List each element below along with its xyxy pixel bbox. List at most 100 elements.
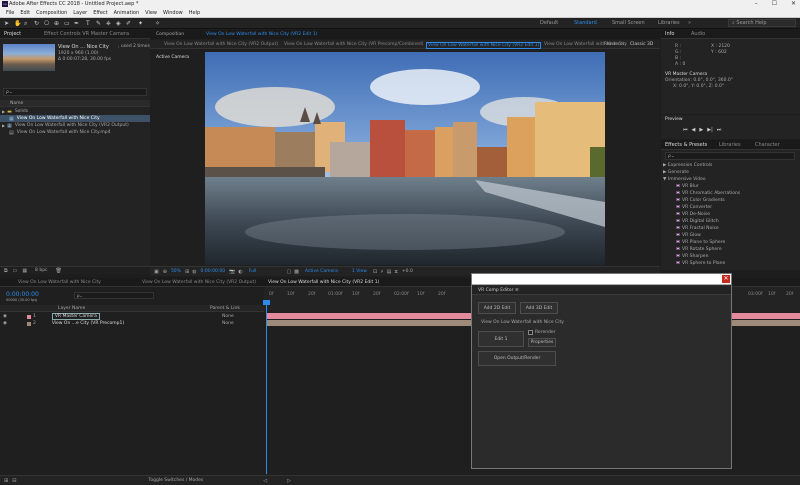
fx-item-vr-glow[interactable]: VR Glow bbox=[676, 233, 701, 238]
fx-item-vr-sphere-to-plane[interactable]: VR Sphere to Plane bbox=[676, 261, 725, 266]
mask-visibility-icon[interactable]: ◍ bbox=[189, 269, 196, 275]
project-row[interactable]: ▶ ▬ Solids bbox=[0, 108, 150, 115]
clone-stamp-tool-icon[interactable]: ⎈ bbox=[106, 20, 111, 28]
views-select[interactable]: 1 View bbox=[338, 269, 367, 274]
tab-info[interactable]: Info bbox=[665, 31, 674, 37]
tab-character[interactable]: Character bbox=[755, 142, 780, 148]
fx-item-vr-sharpen[interactable]: VR Sharpen bbox=[676, 254, 708, 259]
layer-name[interactable]: View On ...e City (VR Precomp1) bbox=[36, 321, 124, 326]
project-row-selected[interactable]: ▦ View On Low Waterfall with Nice City bbox=[0, 115, 150, 122]
camera-select[interactable]: Active Camera bbox=[299, 269, 338, 274]
snapping-icon[interactable]: ✧ bbox=[155, 20, 160, 27]
fx-item-vr-chromatic-aberrations[interactable]: VR Chromatic Aberrations bbox=[676, 191, 740, 196]
maximize-button[interactable]: ☐ bbox=[772, 0, 777, 7]
eraser-tool-icon[interactable]: ◈ bbox=[116, 20, 121, 27]
fx-item-vr-fractal-noise[interactable]: VR Fractal Noise bbox=[676, 226, 719, 231]
table-row[interactable]: ◉ 1 VR Master Camera None bbox=[0, 313, 264, 320]
project-search-input[interactable]: ρ⌄ bbox=[3, 88, 147, 96]
new-composition-icon[interactable]: ▦ bbox=[17, 268, 27, 274]
timeline-search-input[interactable]: ρ⌄ bbox=[74, 292, 154, 299]
camera-tool-icon[interactable]: ⎔ bbox=[44, 20, 49, 27]
fx-item-vr-rotate-sphere[interactable]: VR Rotate Sphere bbox=[676, 247, 722, 252]
menu-animation[interactable]: Animation bbox=[114, 9, 140, 18]
tab-project[interactable]: Project bbox=[4, 31, 21, 37]
open-output-render-button[interactable]: Open Output/Render bbox=[478, 351, 556, 366]
close-window-button[interactable]: ✕ bbox=[791, 0, 796, 7]
new-folder-icon[interactable]: ▭ bbox=[8, 268, 18, 274]
fx-item-vr-blur[interactable]: VR Blur bbox=[676, 184, 699, 189]
zoom-level[interactable]: 50% bbox=[167, 269, 181, 274]
tab-comp-vr2-output[interactable]: View On Low Waterfall with Nice City (VR… bbox=[164, 42, 278, 47]
menu-effect[interactable]: Effect bbox=[93, 9, 107, 18]
menu-help[interactable]: Help bbox=[189, 9, 200, 18]
layer-name[interactable]: VR Master Camera bbox=[51, 313, 100, 320]
dialog-panel-title[interactable]: VR Comp Editor ≡ bbox=[478, 288, 519, 293]
col-parent-link[interactable]: Parent & Link bbox=[210, 306, 240, 311]
visibility-eye-icon[interactable]: ◉ bbox=[0, 314, 7, 319]
pen-tool-icon[interactable]: ✒ bbox=[74, 20, 79, 27]
toggle-pixel-aspect-icon[interactable]: ⊡ bbox=[367, 269, 377, 275]
fx-item-vr-converter[interactable]: VR Converter bbox=[676, 205, 712, 210]
last-frame-icon[interactable]: ⏭ bbox=[713, 127, 722, 133]
add-3d-edit-button[interactable]: Add 3D Edit bbox=[520, 302, 558, 314]
menu-file[interactable]: File bbox=[6, 9, 14, 18]
project-row[interactable]: ▤ View On Low Waterfall with Nice City.m… bbox=[0, 129, 150, 136]
zoom-in-icon[interactable]: ▷ bbox=[267, 478, 291, 484]
tab-effects-presets[interactable]: Effects & Presets bbox=[665, 142, 707, 148]
dialog-title-bar[interactable]: ✕ bbox=[472, 274, 731, 285]
hand-tool-icon[interactable]: ✋ bbox=[14, 20, 21, 27]
pan-behind-tool-icon[interactable]: ⊕ bbox=[54, 20, 59, 27]
menu-view[interactable]: View bbox=[145, 9, 157, 18]
bit-depth-label[interactable]: 8 bpc bbox=[27, 268, 47, 273]
exposure-value[interactable]: +0.0 bbox=[398, 269, 413, 274]
dialog-close-button[interactable]: ✕ bbox=[722, 275, 730, 283]
snapshot-icon[interactable]: 📷 bbox=[225, 269, 235, 275]
previous-frame-icon[interactable]: ◀ bbox=[688, 127, 696, 133]
layer-label-color[interactable] bbox=[7, 314, 31, 319]
tab-preview[interactable]: Preview bbox=[665, 117, 683, 122]
brush-tool-icon[interactable]: ✎ bbox=[96, 20, 101, 27]
workspace-standard[interactable]: Standard bbox=[574, 20, 597, 26]
region-of-interest-icon[interactable]: ▢ bbox=[256, 269, 291, 275]
toggle-switches-modes[interactable]: Toggle Switches / Modes bbox=[16, 478, 203, 483]
layer-switches-icon[interactable]: ⊞ bbox=[0, 478, 8, 484]
visibility-eye-icon[interactable]: ◉ bbox=[0, 321, 7, 326]
resolution-select[interactable]: Full bbox=[243, 269, 257, 274]
next-frame-icon[interactable]: ▶| bbox=[703, 127, 713, 133]
playhead-handle[interactable] bbox=[263, 300, 270, 305]
project-column-name[interactable]: Name bbox=[0, 101, 23, 106]
fx-item-vr-plane-to-sphere[interactable]: VR Plane to Sphere bbox=[676, 240, 725, 245]
tab-timeline-vr2-output[interactable]: View On Low Waterfall with Nice City (VR… bbox=[142, 280, 256, 285]
fx-group-immersive-video[interactable]: ▼ Immersive Video bbox=[663, 177, 706, 182]
tab-timeline-vr2-edit-1[interactable]: View On Low Waterfall with Nice City (VR… bbox=[268, 280, 379, 285]
fx-item-vr-digital-glitch[interactable]: VR Digital Glitch bbox=[676, 219, 719, 224]
selection-tool-icon[interactable]: ➤ bbox=[4, 20, 9, 27]
layer-parent-select[interactable]: None bbox=[222, 314, 234, 319]
fx-group-generate[interactable]: ▶ Generate bbox=[663, 170, 689, 175]
rotate-tool-icon[interactable]: ↻ bbox=[34, 20, 39, 27]
workspace-overflow-icon[interactable]: » bbox=[688, 20, 691, 26]
timeline-current-time[interactable]: 0:00:00:00 bbox=[6, 291, 39, 298]
workspace-libraries[interactable]: Libraries bbox=[658, 20, 680, 26]
tab-libraries[interactable]: Libraries bbox=[719, 142, 741, 148]
menu-window[interactable]: Window bbox=[163, 9, 183, 18]
project-row[interactable]: ▶ ▦ View On Low Waterfall with Nice City… bbox=[0, 122, 150, 129]
play-icon[interactable]: ▶ bbox=[695, 127, 703, 133]
timeline-icon[interactable]: ▤ bbox=[384, 269, 392, 275]
composition-viewer[interactable] bbox=[205, 52, 605, 265]
layer-label-color[interactable] bbox=[7, 321, 31, 326]
fx-group-expression-controls[interactable]: ▶ Expression Controls bbox=[663, 163, 712, 168]
trash-icon[interactable]: 🗑 bbox=[48, 268, 62, 274]
workspace-small-screen[interactable]: Small Screen bbox=[612, 20, 645, 26]
current-time[interactable]: 0:00:00:00 bbox=[197, 269, 226, 274]
edit-1-button[interactable]: Edit 1 bbox=[478, 331, 524, 347]
workspace-default[interactable]: Default bbox=[540, 20, 558, 26]
table-row[interactable]: ◉ 2 View On ...e City (VR Precomp1) None bbox=[0, 320, 264, 327]
roto-brush-tool-icon[interactable]: ✐ bbox=[126, 20, 131, 27]
fx-item-vr-de-noise[interactable]: VR De-Noise bbox=[676, 212, 710, 217]
transparency-grid-icon[interactable]: ▩ bbox=[291, 269, 299, 275]
fx-item-vr-color-gradients[interactable]: VR Color Gradients bbox=[676, 198, 725, 203]
grid-options-icon[interactable]: ⊞ bbox=[181, 269, 189, 275]
mask-rect-tool-icon[interactable]: ▭ bbox=[64, 20, 70, 27]
composition-header-name[interactable]: View On Low Waterfall with Nice City (VR… bbox=[206, 32, 317, 37]
